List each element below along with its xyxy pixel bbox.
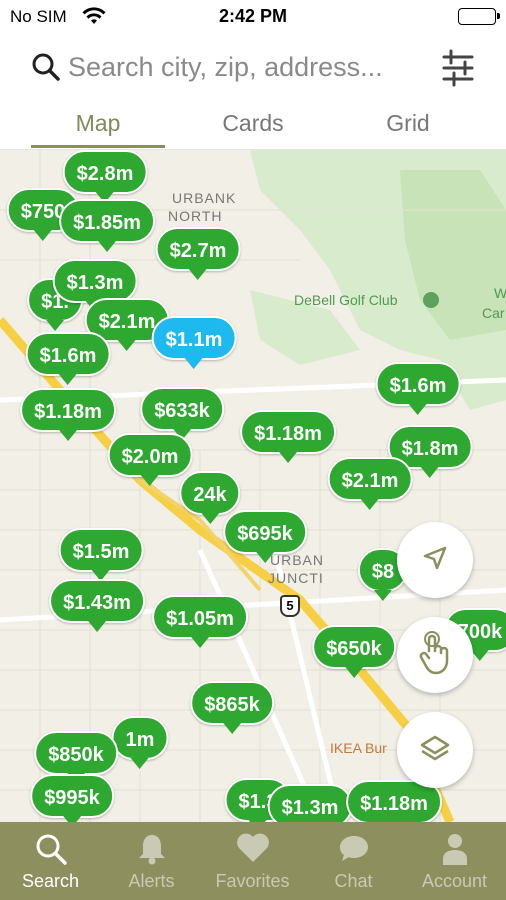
heart-icon <box>235 832 271 869</box>
nav-favorites[interactable]: Favorites <box>202 822 303 900</box>
map-label-area: JUNCTI <box>268 570 324 586</box>
bottom-nav: Search Alerts Favorites Chat Account <box>0 822 506 900</box>
locate-button[interactable] <box>397 522 473 598</box>
map-label-golf: DeBell Golf Club <box>294 292 398 308</box>
active-tab-indicator <box>31 145 165 148</box>
battery-icon <box>458 8 500 25</box>
price-pin[interactable]: $1.85m <box>59 199 155 252</box>
price-pin[interactable]: $1.3m <box>52 259 138 312</box>
price-pin[interactable]: $865k <box>190 681 274 734</box>
nav-search-label: Search <box>21 871 80 891</box>
price-pin[interactable]: $2.1m <box>327 457 413 510</box>
layers-button[interactable] <box>397 712 473 788</box>
price-pin[interactable]: $695k <box>223 510 307 563</box>
nav-alerts-label: Alerts <box>128 871 175 891</box>
price-pin[interactable]: $1.1m <box>151 316 237 369</box>
golf-icon <box>423 292 439 308</box>
map-label-area: NORTH <box>168 208 223 224</box>
price-pin[interactable]: $1.43m <box>49 579 145 632</box>
hand-tap-icon <box>415 630 455 680</box>
price-pin[interactable]: $1.3m <box>267 784 353 822</box>
price-pin[interactable]: $995k <box>30 774 114 822</box>
highway-shield: 5 <box>280 595 300 617</box>
search-input[interactable]: Search city, zip, address... <box>68 52 383 83</box>
price-pin[interactable]: $633k <box>140 387 224 440</box>
search-icon <box>34 832 68 871</box>
price-pin[interactable]: $2.8m <box>62 150 148 203</box>
price-pin[interactable]: 24k <box>179 471 241 524</box>
clock: 2:42 PM <box>218 6 288 26</box>
price-pin[interactable]: $1.5m <box>58 528 144 581</box>
map-label-edge: Car <box>482 305 505 321</box>
view-tabs: Map Cards Grid <box>0 100 506 150</box>
person-icon <box>440 832 470 871</box>
nav-favorites-label: Favorites <box>215 871 290 891</box>
price-pin[interactable]: $1.18m <box>240 410 336 463</box>
price-pin[interactable]: $2.7m <box>155 227 241 280</box>
chat-bubble-icon <box>337 832 371 871</box>
nav-chat[interactable]: Chat <box>303 822 404 900</box>
search-bar: Search city, zip, address... <box>0 40 506 96</box>
map-view[interactable]: URBANK NORTH DeBell Golf Club W Car URBA… <box>0 150 506 822</box>
filter-sliders-icon[interactable] <box>440 48 476 93</box>
tab-map[interactable]: Map <box>31 110 165 137</box>
price-pin[interactable]: $1.05m <box>152 595 248 648</box>
status-bar: No SIM 2:42 PM <box>0 0 506 34</box>
price-pin[interactable]: $650k <box>312 625 396 678</box>
nav-alerts[interactable]: Alerts <box>101 822 202 900</box>
nav-account[interactable]: Account <box>404 822 505 900</box>
map-label-edge: W <box>494 285 506 301</box>
tab-cards[interactable]: Cards <box>186 110 320 137</box>
gesture-button[interactable] <box>397 617 473 693</box>
price-pin[interactable]: $1.6m <box>375 362 461 415</box>
bell-icon <box>137 832 167 871</box>
map-label-poi: IKEA Bur <box>330 740 387 756</box>
price-pin[interactable]: $850k <box>34 731 118 784</box>
price-pin[interactable]: 1m <box>111 716 169 769</box>
search-icon[interactable] <box>31 52 61 87</box>
price-pin[interactable]: $1.18m <box>20 388 116 441</box>
nav-chat-label: Chat <box>334 871 373 891</box>
layers-icon <box>419 732 451 769</box>
nav-search[interactable]: Search <box>0 822 101 900</box>
map-label-area: URBANK <box>172 190 237 206</box>
nav-account-label: Account <box>421 871 488 891</box>
tab-grid[interactable]: Grid <box>341 110 475 137</box>
price-pin[interactable]: $2.0m <box>107 433 193 486</box>
navigation-arrow-icon <box>421 544 449 577</box>
price-pin[interactable]: $1.6m <box>25 332 111 385</box>
